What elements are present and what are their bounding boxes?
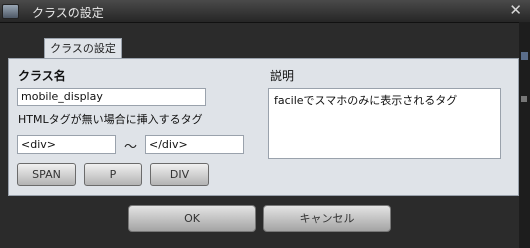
background-window-marker bbox=[521, 96, 527, 102]
class-name-label: クラス名 bbox=[18, 69, 66, 83]
description-label: 説明 bbox=[270, 69, 295, 83]
tab-class-settings[interactable]: クラスの設定 bbox=[44, 38, 122, 60]
ok-button[interactable]: OK bbox=[128, 205, 256, 232]
insert-tag-label: HTMLタグが無い場合に挿入するタグ bbox=[18, 113, 203, 126]
p-button[interactable]: P bbox=[84, 163, 142, 186]
close-tag-input[interactable]: </div> bbox=[145, 135, 244, 154]
cancel-button[interactable]: キャンセル bbox=[263, 205, 391, 232]
background-window-icon bbox=[521, 52, 528, 60]
window-title: クラスの設定 bbox=[32, 6, 104, 20]
description-textarea[interactable]: facileでスマホのみに表示されるタグ bbox=[268, 88, 501, 159]
span-button[interactable]: SPAN bbox=[17, 163, 76, 186]
tag-range-separator: 〜 bbox=[124, 140, 138, 155]
class-name-input[interactable]: mobile_display bbox=[17, 88, 206, 106]
open-tag-input[interactable]: <div> bbox=[17, 135, 116, 154]
class-settings-dialog: クラスの設定 ✕ クラスの設定 クラス名 mobile_display HTML… bbox=[0, 0, 530, 248]
title-bar[interactable]: クラスの設定 ✕ bbox=[0, 0, 530, 23]
close-icon[interactable]: ✕ bbox=[509, 1, 522, 19]
app-icon bbox=[2, 4, 19, 19]
div-button[interactable]: DIV bbox=[150, 163, 209, 186]
